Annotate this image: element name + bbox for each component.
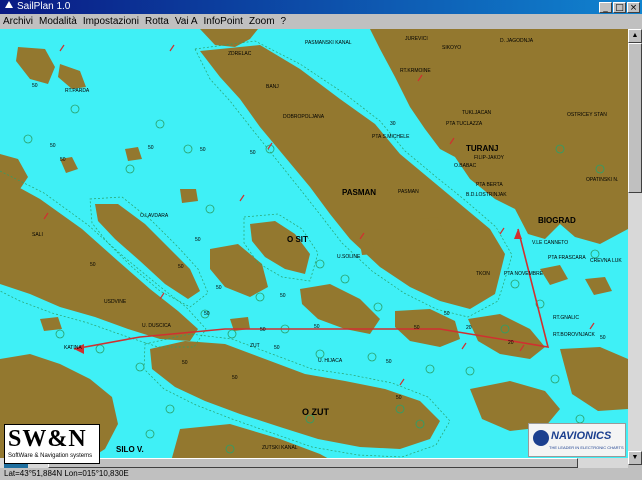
menu-help[interactable]: ? [278,14,290,29]
place-label: D. JAGODNJA [500,38,534,44]
chart-canvas[interactable]: PASMANSKI KANAL ZDRELAC JUREVICI SIKOYO D. J… [0,29,628,465]
place-label: FILIP-JAKOY [474,155,505,161]
cursor-coordinates: Lat=43°51,884N Lon=015°10,830E [4,469,129,478]
depth-label: 50 [600,335,606,341]
depth-label: 20 [466,325,472,331]
place-label: O.BABAC [454,163,477,169]
depth-label: 50 [32,83,38,89]
depth-label: 50 [195,237,201,243]
place-label: CREVNA LUK [590,258,622,264]
place-label: ZUTSKI KANAL [262,445,298,451]
depth-label: 50 [60,157,66,163]
place-label: U. DUSCICA [142,323,172,329]
place-label: U.SOLINE [337,254,361,260]
scroll-down-icon[interactable]: ▼ [628,451,642,465]
vertical-scrollbar[interactable]: ▲ ▼ [628,29,642,465]
depth-label: 50 [414,325,420,331]
depth-label: 50 [314,324,320,330]
menu-zoom[interactable]: Zoom [246,14,278,29]
place-label: TURANJ [466,144,498,153]
place-label: BIOGRAD [538,216,576,225]
place-label: SIKOYO [442,45,461,51]
place-label: O.LAVDARA [140,213,169,219]
depth-label: 50 [232,375,238,381]
depth-label: 50 [260,327,266,333]
depth-label: 50 [386,359,392,365]
depth-label: 50 [280,293,286,299]
navionics-globe-icon [533,430,549,446]
place-label: PTA BERTA [476,182,503,188]
depth-label: 50 [148,145,154,151]
depth-label: 50 [444,311,450,317]
depth-label: 20 [508,340,514,346]
menu-archivi[interactable]: Archivi [0,14,36,29]
place-label: RT.BOROVNJACK [553,332,596,338]
place-label: U. HIJACA [318,358,343,364]
depth-label: 30 [390,121,396,127]
menu-infopoint[interactable]: InfoPoint [200,14,245,29]
swn-logo: SW&N SoftWare & Navigation systems [4,424,100,464]
status-bar: Lat=43°51,884N Lon=015°10,830E [0,468,642,480]
depth-label: 50 [182,360,188,366]
depth-label: 50 [250,150,256,156]
app-icon [5,1,13,8]
place-label: RT.KRMOINE [400,68,431,74]
place-label: OSTRICEY STAN [567,112,607,118]
place-label: PASMANSKI KANAL [305,40,352,46]
window-title: SailPlan 1.0 [17,1,71,12]
menu-rotta[interactable]: Rotta [142,14,172,29]
place-label: PTA TUCLAZZA [446,121,483,127]
place-label: BANJ [266,84,279,90]
navionics-logo-text: NAVIONICS [551,430,612,442]
place-label: O SIT [287,235,308,244]
swn-logo-text: SW&N [8,426,87,452]
minimize-icon[interactable]: _ [599,2,612,13]
place-label: JUREVICI [405,36,428,42]
depth-label: 50 [178,264,184,270]
horizontal-scroll-thumb[interactable] [48,458,578,468]
vertical-scroll-thumb[interactable] [628,43,642,193]
swn-logo-subtitle: SoftWare & Navigation systems [8,453,93,459]
place-label: PTA S.MICHELE [372,134,410,140]
place-label: RT.GNALIC [553,315,579,321]
place-label: ZUT [250,343,260,349]
place-label: PTA FRASCARA [548,255,586,261]
place-label: KATINA [64,345,82,351]
place-label: PTA NOVEMBRE [504,271,544,277]
menu-bar: Archivi Modalità Impostazioni Rotta Vai A Inf… [0,14,642,29]
depth-label: 50 [90,262,96,268]
menu-impostazioni[interactable]: Impostazioni [80,14,142,29]
navionics-logo-subtitle: THE LEADER IN ELECTRONIC CHARTS [549,445,624,450]
place-label: TUKLJACAN [462,110,492,116]
menu-vai-a[interactable]: Vai A [172,14,201,29]
place-label: OPATINSKI N. [586,177,618,183]
close-icon[interactable]: × [627,2,640,13]
depth-label: 50 [216,285,222,291]
depth-label: 50 [200,147,206,153]
place-label: DOBROPOLJANA [283,114,325,120]
place-label: PASMAN [398,189,419,195]
place-label: B.D.LOSTRINJAK [466,192,507,198]
depth-label: 50 [396,395,402,401]
menu-modalita[interactable]: Modalità [36,14,80,29]
place-label: TKON [476,271,490,277]
place-label: ZDRELAC [228,51,252,57]
maximize-icon[interactable]: □ [613,2,626,13]
place-label: USDVINE [104,299,127,305]
place-label: PASMAN [342,188,376,197]
place-label: SILO V. [116,445,144,454]
navionics-logo: NAVIONICS THE LEADER IN ELECTRONIC CHART… [528,423,626,457]
place-label: SALI [32,232,43,238]
place-label: RT.PARDA [65,88,90,94]
place-label: V.LE CANNETO [532,240,568,246]
window-controls: _ □ × [598,1,640,13]
depth-label: 50 [274,345,280,351]
place-label: O ZUT [302,407,329,417]
scroll-up-icon[interactable]: ▲ [628,29,642,43]
nautical-chart[interactable]: PASMANSKI KANAL ZDRELAC JUREVICI SIKOYO D. J… [0,29,628,465]
depth-label: 50 [50,143,56,149]
depth-label: 50 [204,311,210,317]
title-bar: SailPlan 1.0 _ □ × [0,0,642,14]
